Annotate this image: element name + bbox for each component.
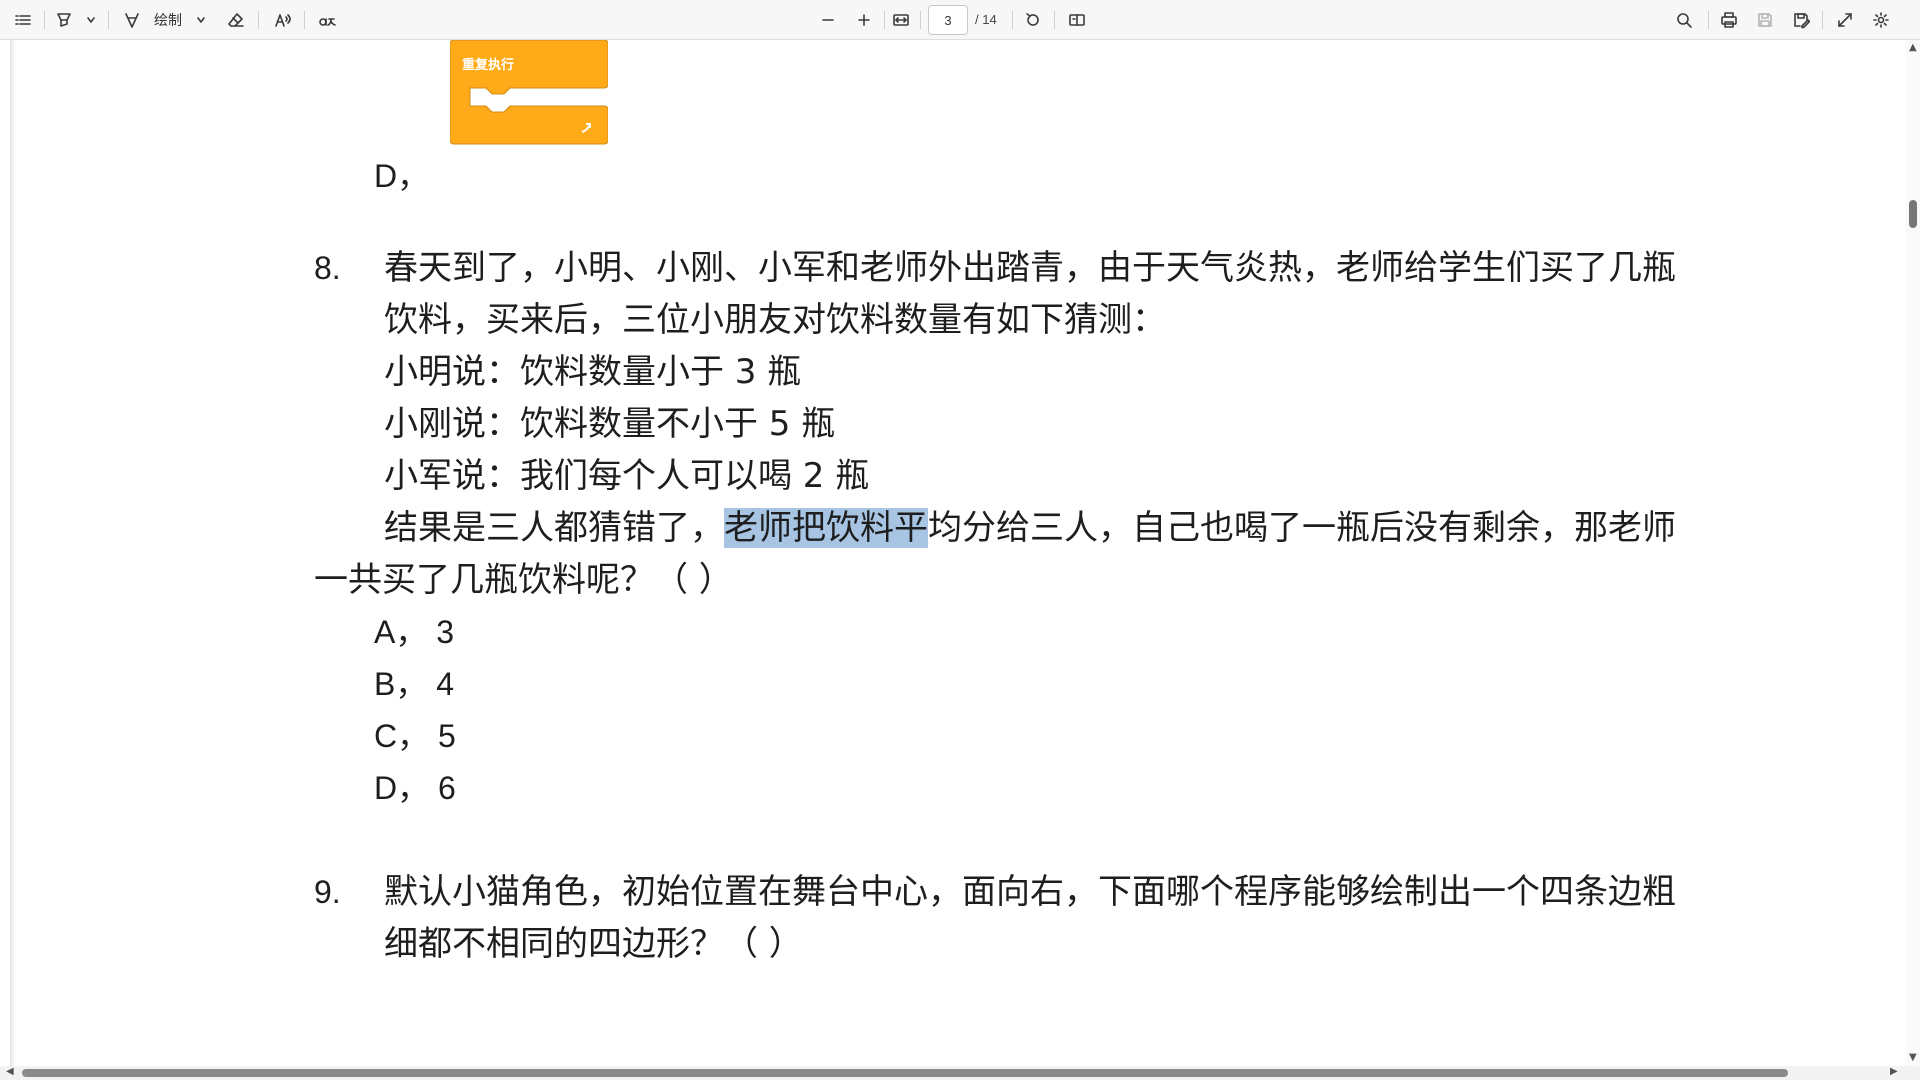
scratch-block-label: 重复执行 xyxy=(462,58,515,73)
question-8-option-b: B， 4 xyxy=(374,666,455,702)
page-view-icon[interactable] xyxy=(1064,6,1090,34)
question-8-line-7: 一共买了几瓶饮料呢？（ ） xyxy=(314,560,733,600)
pdf-page: D， 重复执行 8. 春天到了，小明、小刚、小军和老师外出踏青，由于天气炎热，老… xyxy=(14,39,1904,1072)
draw-button-label[interactable]: 绘制 xyxy=(150,6,186,34)
toolbar-separator xyxy=(44,11,45,29)
rotate-icon[interactable] xyxy=(1020,6,1046,34)
toolbar-separator xyxy=(304,11,305,29)
settings-gear-icon[interactable] xyxy=(1868,6,1894,34)
search-icon[interactable] xyxy=(1672,6,1696,34)
horizontal-scroll-thumb[interactable] xyxy=(22,1069,1788,1077)
highlight-icon[interactable] xyxy=(52,6,76,34)
question-8-line-2: 饮料，买来后，三位小朋友对饮料数量有如下猜测： xyxy=(384,300,1166,340)
question-8-number: 8. xyxy=(314,250,341,286)
draw-dropdown-chevron-icon[interactable] xyxy=(194,6,208,34)
question-8-line-6: 结果是三人都猜错了，老师把饮料平均分给三人，自己也喝了一瓶后没有剩余，那老师 xyxy=(384,506,1676,550)
page-number-input[interactable] xyxy=(928,5,968,35)
question-8-line-4: 小刚说：饮料数量不小于 5 瓶 xyxy=(384,404,836,444)
translate-icon[interactable] xyxy=(314,6,340,34)
zoom-out-icon[interactable] xyxy=(816,6,840,34)
question-8-option-d: D， 6 xyxy=(374,770,456,806)
toolbar-separator xyxy=(1708,11,1709,29)
save-as-icon[interactable] xyxy=(1788,6,1814,34)
vertical-scrollbar[interactable]: ▲ ▼ xyxy=(1906,40,1920,1072)
toolbar-separator xyxy=(1822,11,1823,29)
selected-text-highlight[interactable]: 老师把饮料平 xyxy=(724,508,928,548)
scratch-repeat-block-image: 重复执行 xyxy=(449,39,609,146)
question-8-line-1: 春天到了，小明、小刚、小军和老师外出踏青，由于天气炎热，老师给学生们买了几瓶 xyxy=(384,248,1676,288)
save-icon xyxy=(1752,6,1778,34)
fullscreen-icon[interactable] xyxy=(1832,6,1858,34)
scroll-right-arrow-icon[interactable]: ▶ xyxy=(1890,1066,1898,1077)
question-9-line-1: 默认小猫角色，初始位置在舞台中心，面向右，下面哪个程序能够绘制出一个四条边粗 xyxy=(384,872,1676,912)
pdf-toolbar: 绘制 / 14 xyxy=(0,0,1920,40)
scroll-down-arrow-icon[interactable]: ▼ xyxy=(1909,1052,1917,1063)
read-aloud-icon[interactable] xyxy=(270,6,296,34)
question-8-line-5: 小军说：我们每个人可以喝 2 瓶 xyxy=(384,456,870,496)
toolbar-separator xyxy=(258,11,259,29)
question-8-option-a: A， 3 xyxy=(374,614,455,650)
scroll-up-arrow-icon[interactable]: ▲ xyxy=(1909,42,1917,53)
fit-width-icon[interactable] xyxy=(888,6,914,34)
toolbar-separator xyxy=(920,11,921,29)
print-icon[interactable] xyxy=(1716,6,1742,34)
question-8-line-3: 小明说：饮料数量小于 3 瓶 xyxy=(384,352,802,392)
scroll-left-arrow-icon[interactable]: ◀ xyxy=(6,1066,14,1077)
eraser-icon[interactable] xyxy=(224,6,248,34)
line-6-text-after: 均分给三人，自己也喝了一瓶后没有剩余，那老师 xyxy=(928,508,1676,548)
toolbar-separator xyxy=(1012,11,1013,29)
vertical-scroll-thumb[interactable] xyxy=(1909,200,1917,228)
toolbar-separator xyxy=(108,11,109,29)
question-9-line-2: 细都不相同的四边形？（ ） xyxy=(384,924,803,964)
prev-option-d-label: D， xyxy=(374,158,430,194)
horizontal-scrollbar[interactable]: ◀ ▶ xyxy=(0,1066,1920,1080)
question-8-option-c: C， 5 xyxy=(374,718,456,754)
question-9-number: 9. xyxy=(314,874,341,910)
page-total-label: / 14 xyxy=(975,12,997,27)
zoom-in-icon[interactable] xyxy=(852,6,876,34)
toolbar-separator xyxy=(884,11,885,29)
contents-list-icon[interactable] xyxy=(10,6,36,34)
highlight-dropdown-chevron-icon[interactable] xyxy=(84,6,98,34)
toolbar-separator xyxy=(1054,11,1055,29)
line-6-text-before: 结果是三人都猜错了， xyxy=(384,508,724,548)
draw-pen-icon[interactable] xyxy=(120,6,144,34)
